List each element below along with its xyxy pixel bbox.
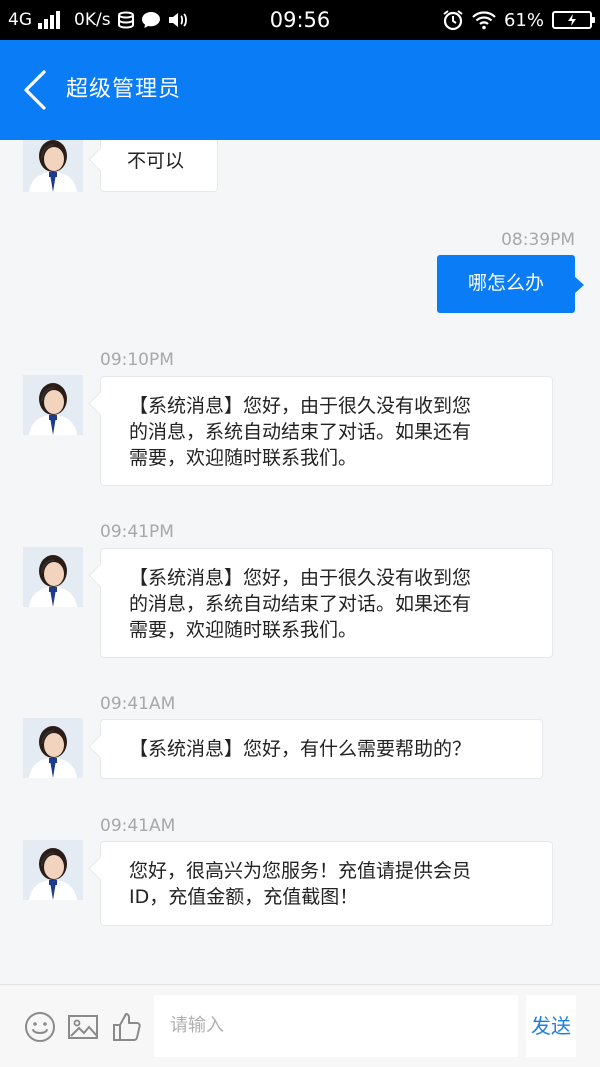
battery-percent: 61% [503, 9, 544, 31]
image-button[interactable] [67, 1011, 99, 1043]
agent-avatar[interactable] [23, 140, 83, 192]
message-timestamp: 09:10PM [100, 350, 174, 370]
message-timestamp: 09:41PM [100, 522, 174, 542]
emoji-icon [25, 1012, 55, 1042]
message-line: 需要，欢迎随时联系我们。 [129, 447, 358, 469]
message-bubble[interactable]: 不可以 [100, 140, 218, 192]
message-line: 【系统消息】您好，由于很久没有收到您 [129, 395, 472, 417]
send-button[interactable]: 发送 [526, 995, 576, 1057]
status-right: 61% [442, 0, 595, 40]
message-timestamp: 08:39PM [501, 230, 575, 250]
input-placeholder: 请输入 [170, 1015, 224, 1036]
chat-message-list[interactable]: 不可以 08:39PM 哪怎么办 09:10PM 【系统消息】您好，由于很久没有… [0, 140, 600, 984]
message-line: 需要，欢迎随时联系我们。 [129, 619, 358, 641]
outgoing-message-bubble[interactable]: 哪怎么办 [437, 255, 584, 313]
message-line: 【系统消息】您好，由于很久没有收到您 [129, 567, 472, 589]
battery-icon [552, 11, 595, 29]
message-bubble[interactable]: 【系统消息】您好，有什么需要帮助的？ [100, 719, 543, 779]
message-bubble[interactable]: 【系统消息】您好，由于很久没有收到您 的消息，系统自动结束了对话。如果还有 需要… [100, 548, 553, 658]
message-bubble[interactable]: 您好，很高兴为您服务！充值请提供会员 ID，充值金额，充值截图！ [100, 841, 553, 926]
emoji-button[interactable] [24, 1011, 56, 1043]
message-input[interactable]: 请输入 [154, 995, 518, 1057]
back-chevron-icon [24, 70, 46, 110]
like-button[interactable] [111, 1011, 143, 1043]
image-icon [68, 1015, 98, 1039]
message-line: 的消息，系统自动结束了对话。如果还有 [129, 421, 472, 443]
alarm-icon [442, 9, 464, 31]
message-text: 不可以 [127, 150, 185, 172]
message-text: 哪怎么办 [467, 272, 544, 294]
message-input-bar: 请输入 发送 [0, 984, 600, 1067]
message-line: ID，充值金额，充值截图！ [129, 886, 359, 908]
thumbs-up-icon [113, 1013, 141, 1041]
wifi-icon [472, 10, 496, 30]
agent-avatar[interactable] [23, 547, 83, 607]
agent-avatar[interactable] [23, 840, 83, 900]
agent-avatar[interactable] [23, 718, 83, 778]
status-bar: 4G 0K/s 09:56 61% [0, 0, 600, 40]
page-title: 超级管理员 [66, 77, 182, 102]
back-button[interactable] [16, 68, 56, 112]
message-timestamp: 09:41AM [100, 816, 176, 836]
message-bubble[interactable]: 【系统消息】您好，由于很久没有收到您 的消息，系统自动结束了对话。如果还有 需要… [100, 376, 553, 486]
agent-avatar[interactable] [23, 375, 83, 435]
message-timestamp: 09:41AM [100, 694, 176, 714]
message-line: 您好，很高兴为您服务！充值请提供会员 [129, 860, 472, 882]
chat-header: 超级管理员 [0, 40, 600, 140]
message-line: 的消息，系统自动结束了对话。如果还有 [129, 593, 472, 615]
message-text: 【系统消息】您好，有什么需要帮助的？ [129, 738, 472, 760]
